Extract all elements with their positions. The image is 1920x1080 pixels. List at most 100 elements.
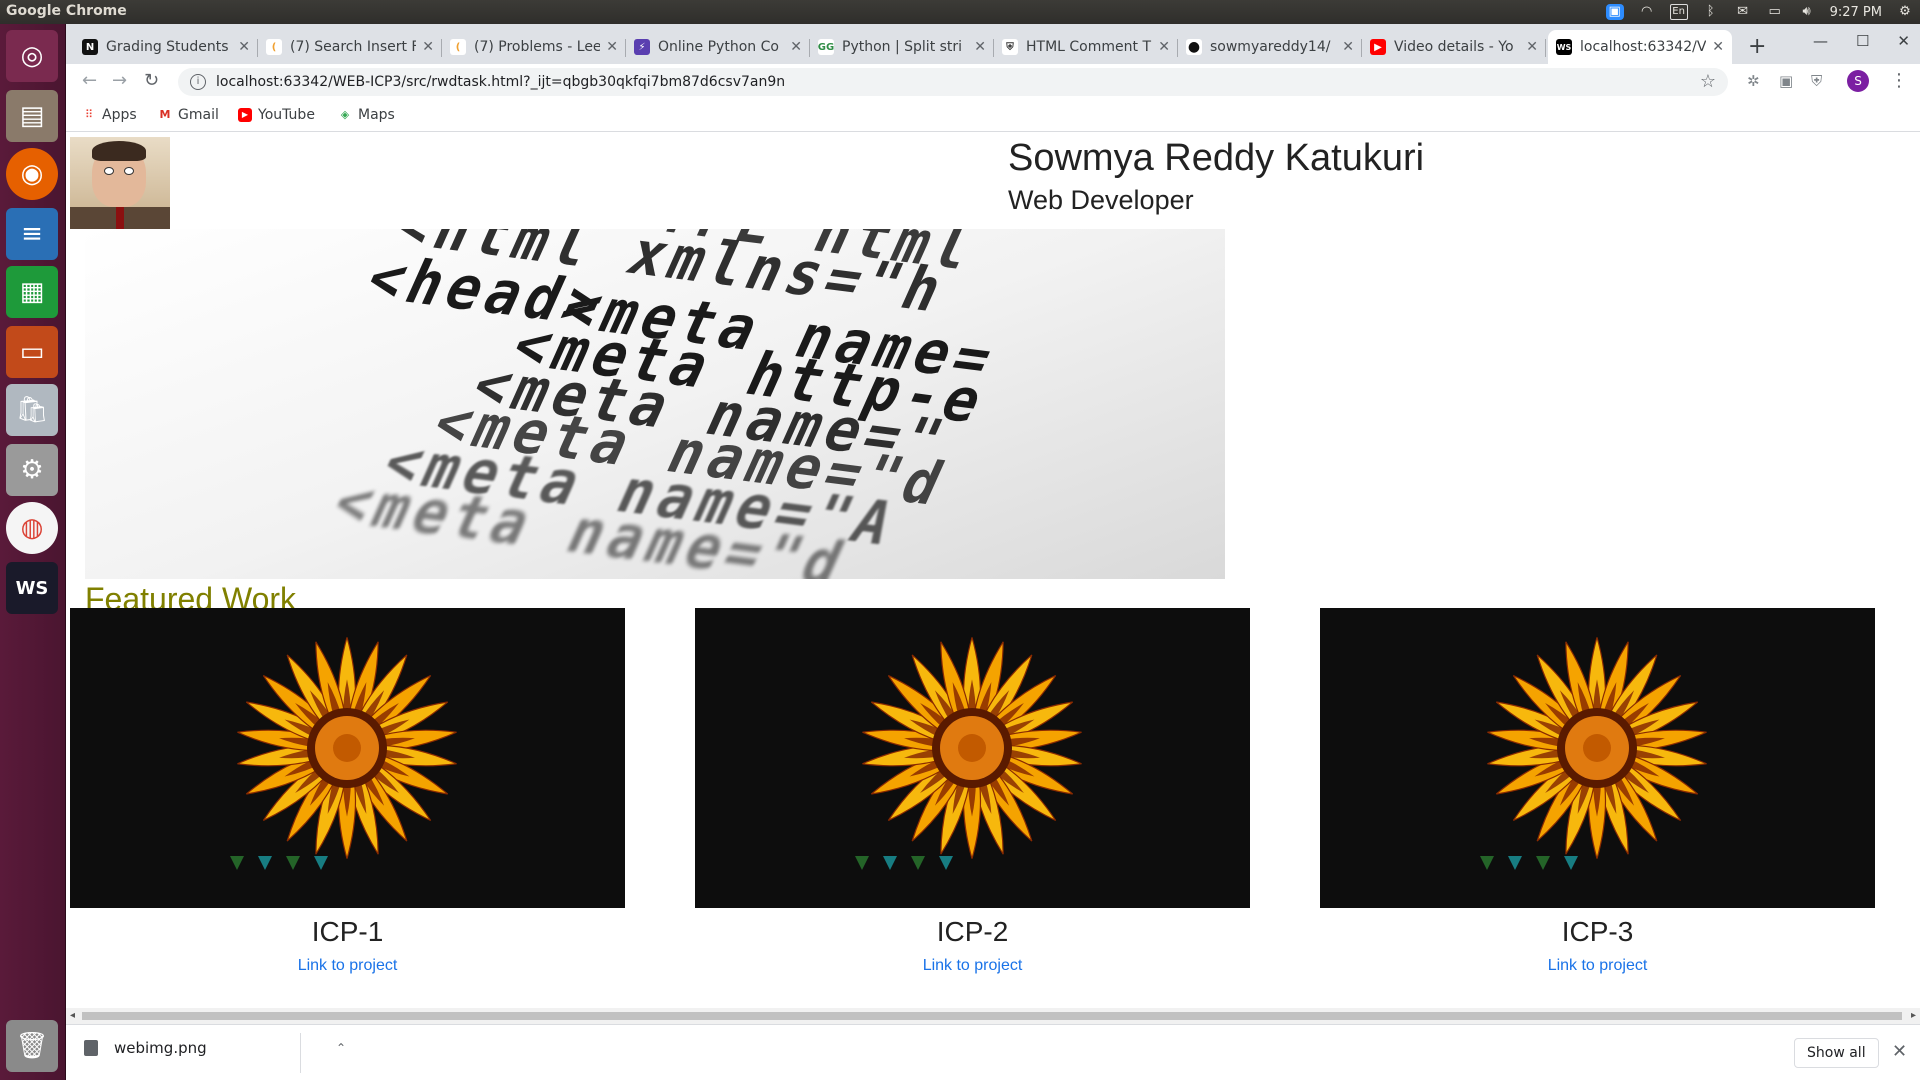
software-center-icon[interactable]: 🛍︎: [6, 384, 58, 436]
writer-icon[interactable]: ≡: [6, 208, 58, 260]
project-link[interactable]: Link to project: [1320, 957, 1875, 975]
address-bar[interactable]: i localhost:63342/WEB-ICP3/src/rwdtask.h…: [178, 68, 1728, 96]
tab-label: (7) Problems - Lee: [474, 39, 601, 55]
tab-label: HTML Comment T: [1026, 39, 1152, 55]
profile-avatar[interactable]: S: [1847, 70, 1869, 92]
project-link[interactable]: Link to project: [70, 957, 625, 975]
close-window-icon[interactable]: ✕: [1897, 32, 1910, 50]
zoom-icon[interactable]: ▣: [1605, 4, 1624, 20]
web-page: Sowmya Reddy Katukuri Web Developer <!DO…: [66, 133, 1920, 1008]
tab[interactable]: GG Python | Split stri ✕: [810, 30, 994, 64]
tab-label: sowmyareddy14/: [1210, 39, 1331, 55]
impress-icon[interactable]: ▭: [6, 326, 58, 378]
project-image: [1320, 608, 1875, 908]
tab-favicon-icon: ⛨: [1002, 39, 1018, 55]
trash-icon[interactable]: 🗑︎: [6, 1020, 58, 1072]
project-link[interactable]: Link to project: [695, 957, 1250, 975]
bookmark-maps[interactable]: ◈ Maps: [338, 107, 395, 123]
browser-window: N Grading Students ✕ ( (7) Search Insert…: [66, 24, 1920, 1080]
close-tab-icon[interactable]: ✕: [974, 39, 986, 55]
power-gear-icon[interactable]: ⚙: [1896, 4, 1914, 20]
settings-icon[interactable]: ⚙: [6, 444, 58, 496]
shield-extension-icon[interactable]: ⛨: [1811, 72, 1822, 90]
flower-illustration: [230, 637, 457, 870]
files-icon[interactable]: ▤: [6, 90, 58, 142]
new-tab-button[interactable]: +: [1748, 34, 1766, 59]
back-icon[interactable]: ←: [82, 70, 97, 91]
tab-label: Python | Split stri: [842, 39, 963, 55]
tab-favicon-icon: ▶: [1370, 39, 1386, 55]
chrome-icon[interactable]: ◍: [6, 502, 58, 554]
tab[interactable]: ▶ Video details - Yo ✕: [1362, 30, 1546, 64]
scroll-right-icon[interactable]: ▸: [1911, 1010, 1916, 1021]
tab-favicon-icon: N: [82, 39, 98, 55]
bookmark-youtube[interactable]: ▶ YouTube: [238, 107, 315, 123]
minimize-icon[interactable]: —: [1813, 32, 1828, 50]
close-tab-icon[interactable]: ✕: [1342, 39, 1354, 55]
keyboard-layout-indicator[interactable]: En: [1669, 4, 1688, 20]
site-info-icon[interactable]: i: [190, 74, 206, 90]
webstorm-icon[interactable]: WS: [6, 562, 58, 614]
battery-icon[interactable]: ▭: [1766, 4, 1784, 20]
menu-icon[interactable]: ⋮: [1890, 70, 1908, 91]
close-icon[interactable]: ✕: [1892, 1041, 1907, 1062]
tab[interactable]: ( (7) Search Insert F ✕: [258, 30, 442, 64]
maps-icon: ◈: [340, 108, 350, 121]
chevron-up-icon[interactable]: ⌃: [336, 1041, 346, 1055]
clock[interactable]: 9:27 PM: [1830, 5, 1882, 20]
tab-strip: N Grading Students ✕ ( (7) Search Insert…: [66, 24, 1920, 64]
scrollbar-thumb[interactable]: [82, 1012, 1902, 1020]
window-controls: — ☐ ✕: [1813, 32, 1910, 50]
extension-icon[interactable]: ✲: [1747, 72, 1760, 90]
bookmark-label: Gmail: [178, 107, 219, 123]
tab-favicon-icon: (: [266, 39, 282, 55]
apps-grid-icon: ⠿: [84, 108, 94, 121]
tab-active[interactable]: WS localhost:63342/V ✕: [1548, 30, 1732, 64]
window-title: Google Chrome: [6, 3, 127, 19]
tab[interactable]: ● sowmyareddy14/ ✕: [1178, 30, 1362, 64]
wifi-icon[interactable]: ◠: [1638, 4, 1656, 20]
volume-icon[interactable]: 🔊︎: [1798, 4, 1816, 20]
bluetooth-icon[interactable]: ᛒ: [1702, 4, 1720, 20]
close-tab-icon[interactable]: ✕: [790, 39, 802, 55]
flower-illustration: [1480, 637, 1707, 870]
close-tab-icon[interactable]: ✕: [1158, 39, 1170, 55]
close-tab-icon[interactable]: ✕: [238, 39, 250, 55]
tab-favicon-icon: ⚡: [634, 39, 650, 55]
bookmark-gmail[interactable]: M Gmail: [158, 107, 219, 123]
close-tab-icon[interactable]: ✕: [606, 39, 618, 55]
maximize-icon[interactable]: ☐: [1856, 32, 1869, 50]
reload-icon[interactable]: ↻: [144, 70, 159, 91]
ubuntu-dash-icon[interactable]: ◎: [6, 30, 58, 82]
tab[interactable]: N Grading Students ✕: [74, 30, 258, 64]
calc-icon[interactable]: ▦: [6, 266, 58, 318]
close-tab-icon[interactable]: ✕: [422, 39, 434, 55]
project-title: ICP-1: [311, 916, 384, 947]
tab-label: localhost:63342/V: [1580, 39, 1707, 55]
extension-icon[interactable]: ▣: [1779, 72, 1793, 90]
bookmark-apps[interactable]: ⠿ Apps: [82, 107, 137, 123]
bookmark-star-icon[interactable]: ☆: [1700, 71, 1716, 92]
project-image: [695, 608, 1250, 908]
tab[interactable]: ⛨ HTML Comment T ✕: [994, 30, 1178, 64]
flower-illustration: [855, 637, 1082, 870]
forward-icon[interactable]: →: [112, 70, 127, 91]
horizontal-scrollbar[interactable]: ◂ ▸: [66, 1008, 1920, 1024]
firefox-icon[interactable]: ◉: [6, 148, 58, 200]
developer-name: Sowmya Reddy Katukuri: [1008, 137, 1425, 179]
tab[interactable]: ⚡ Online Python Co ✕: [626, 30, 810, 64]
mail-icon[interactable]: ✉: [1734, 4, 1752, 20]
system-tray: ▣ ◠ En ᛒ ✉ ▭ 🔊︎ 9:27 PM ⚙: [1605, 2, 1914, 22]
gmail-icon: M: [159, 108, 171, 121]
url-text[interactable]: localhost:63342/WEB-ICP3/src/rwdtask.htm…: [216, 74, 785, 90]
scroll-left-icon[interactable]: ◂: [70, 1010, 75, 1021]
tab[interactable]: ( (7) Problems - Lee ✕: [442, 30, 626, 64]
close-tab-icon[interactable]: ✕: [1526, 39, 1538, 55]
download-filename: webimg.png: [114, 1039, 207, 1057]
show-all-button[interactable]: Show all: [1794, 1038, 1879, 1068]
download-item[interactable]: webimg.png ⌃: [84, 1039, 346, 1057]
profile-photo: [70, 137, 170, 229]
bookmark-label: Maps: [358, 107, 395, 123]
tab-favicon-icon: WS: [1556, 39, 1572, 55]
close-tab-icon[interactable]: ✕: [1712, 39, 1724, 55]
